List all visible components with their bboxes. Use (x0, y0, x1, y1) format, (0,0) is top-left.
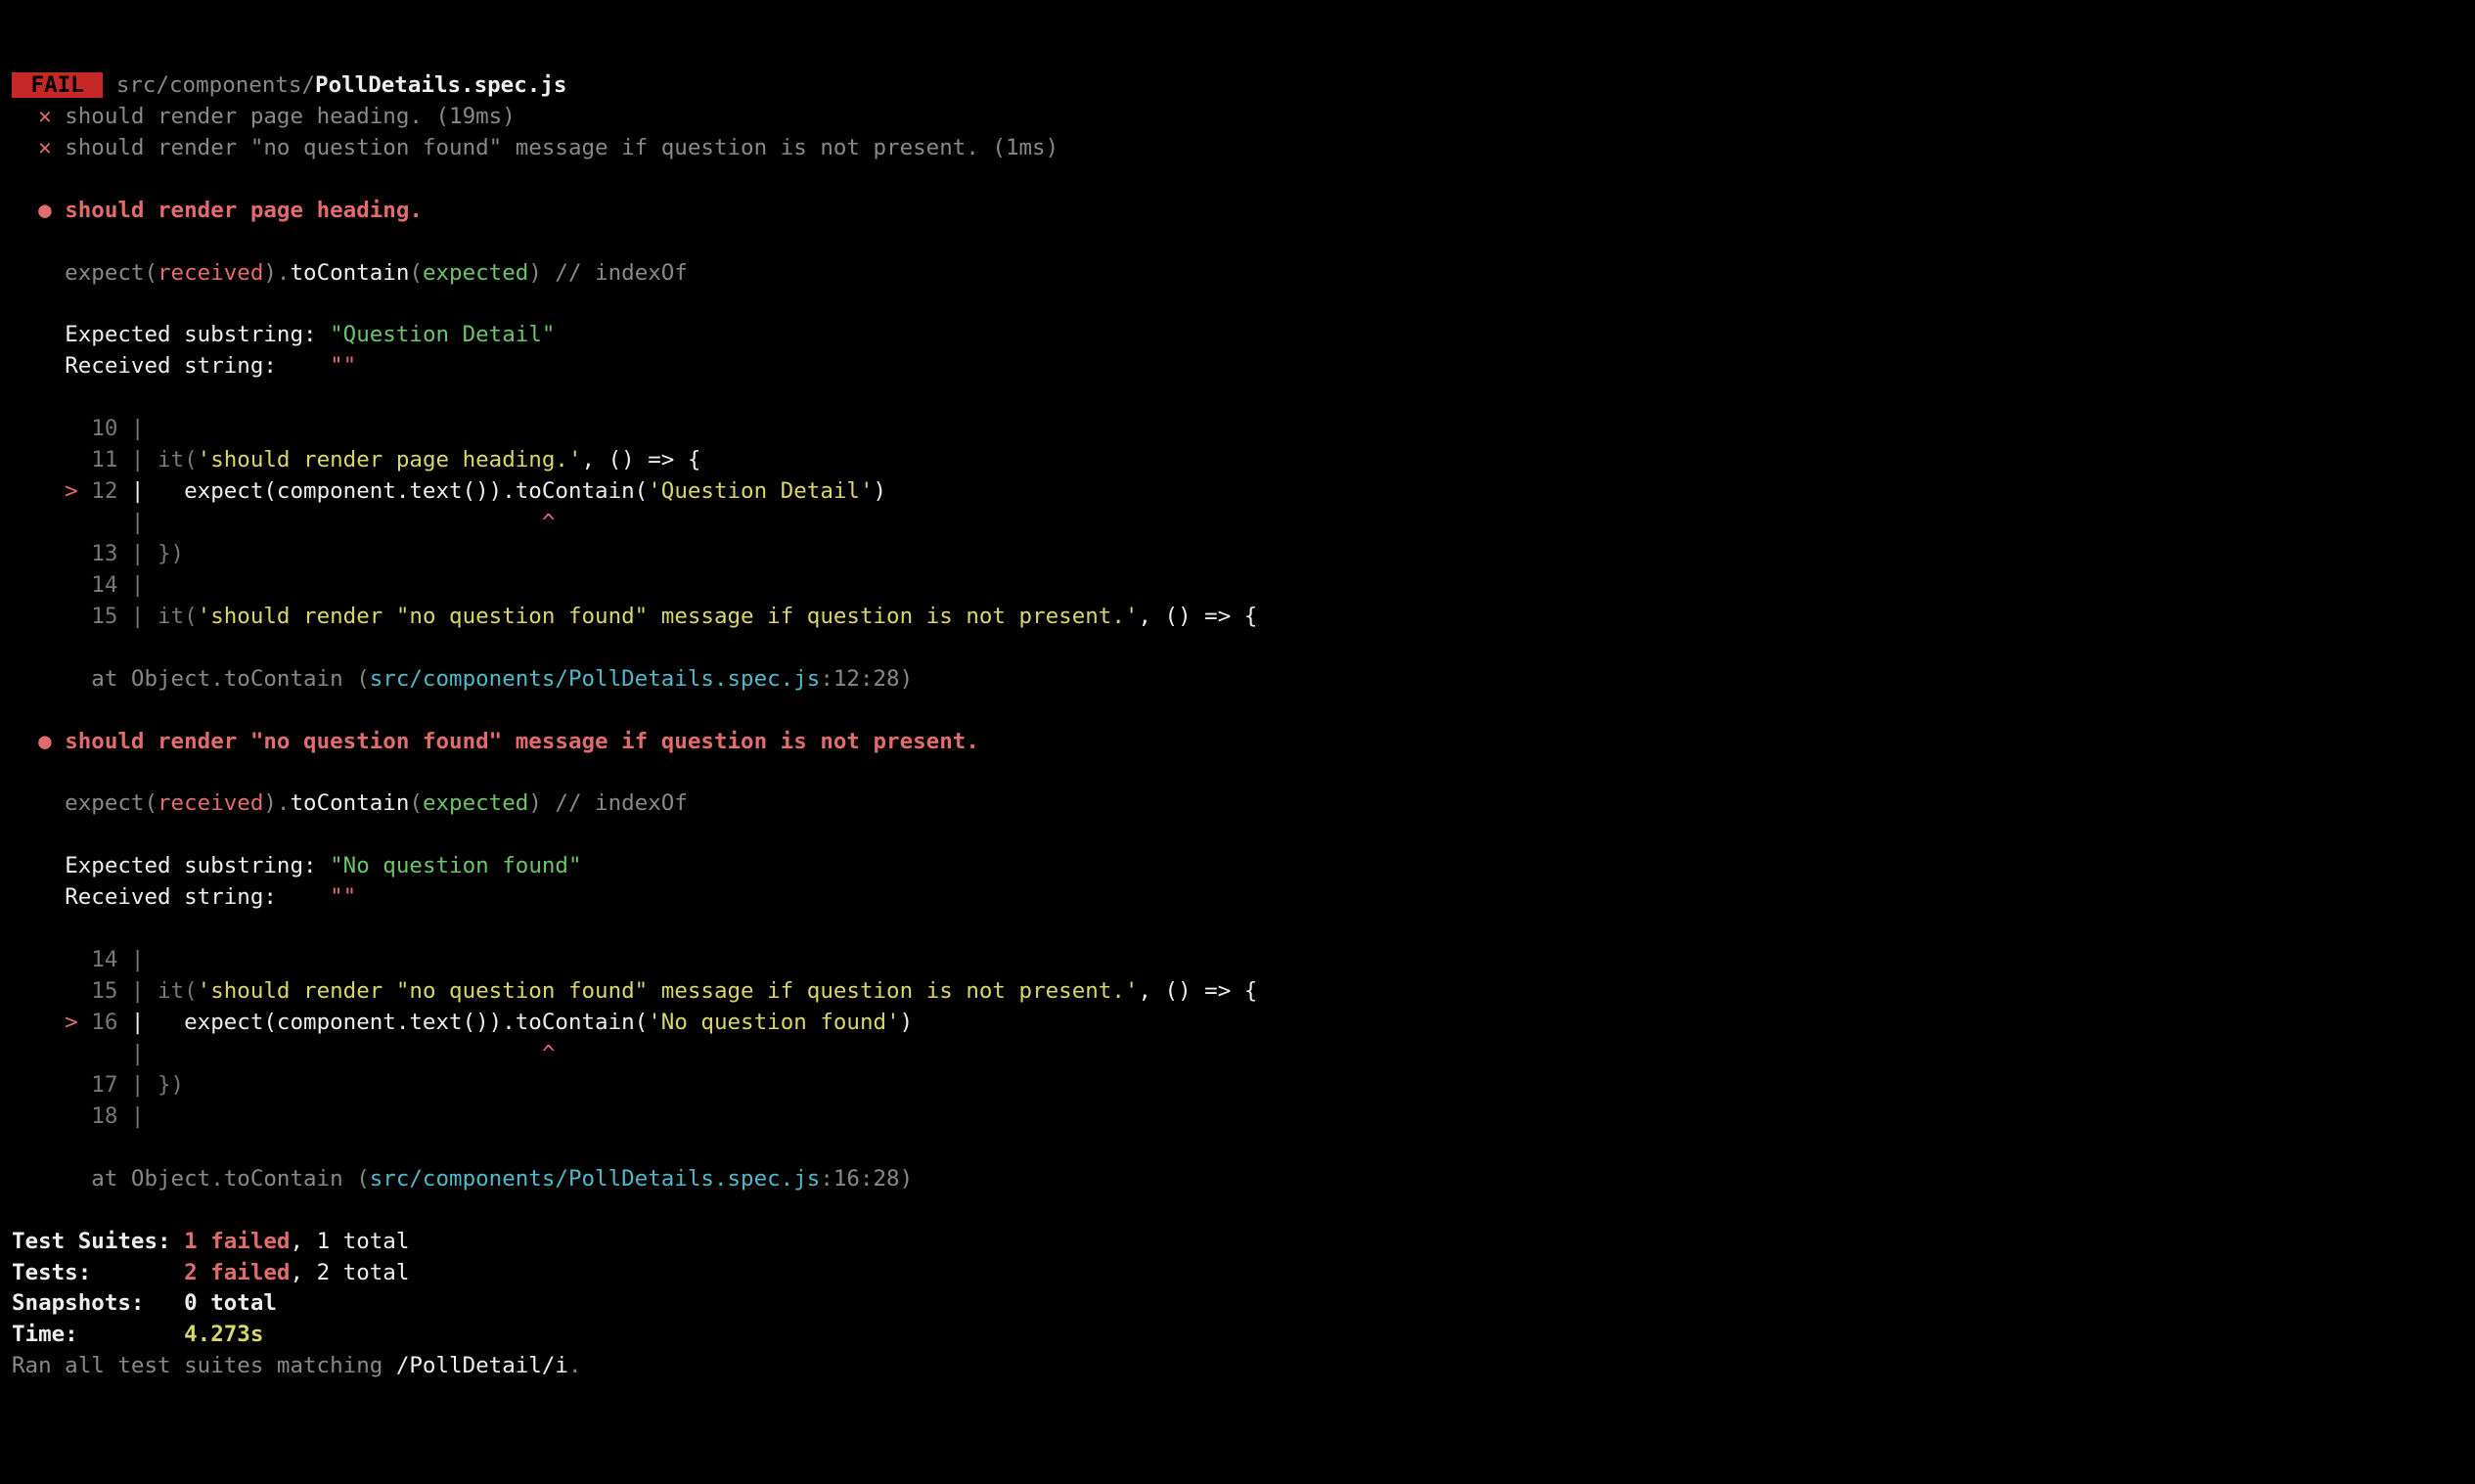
file-path-name: PollDetails.spec.js (315, 72, 566, 98)
ran-suites-prefix: Ran all test suites matching (12, 1353, 396, 1378)
code-line: 18 | (12, 1103, 144, 1129)
fail-x-icon: ✕ (38, 135, 52, 160)
summary-time-value: 4.273s (184, 1322, 263, 1347)
caret-line: | (12, 1041, 542, 1066)
stack-prefix: at Object.toContain ( (12, 1166, 370, 1192)
summary-tests-failed: 2 failed (184, 1260, 290, 1285)
bullet-icon: ● (38, 198, 52, 223)
summary-test-suites-label: Test Suites: (12, 1229, 184, 1254)
assert-line: expect( (12, 260, 158, 286)
stack-loc: :12:28) (820, 666, 913, 692)
test-line-2: should render "no question found" messag… (65, 135, 1058, 160)
failed-test-title-1: should render page heading. (65, 198, 423, 223)
test-line-1: should render page heading. (19ms) (65, 104, 516, 129)
code-rest: , () => { (1138, 604, 1257, 629)
caret-line: | (12, 510, 542, 535)
summary-tests-label: Tests: (12, 1260, 184, 1285)
assert-fn: toContain (290, 260, 409, 286)
code-line: 17 | }) (12, 1072, 184, 1098)
error-line-marker: > (12, 478, 91, 504)
ran-suites-pattern: /PollDetail/i (396, 1353, 568, 1378)
line-number: 16 (91, 1010, 117, 1035)
received-value: "" (330, 353, 356, 379)
received-token: received (158, 260, 263, 286)
failed-test-title-2: should render "no question found" messag… (65, 729, 979, 754)
code-rest: , () => { (1138, 978, 1257, 1004)
code-rest: | expect(component.text()).toContain( (117, 478, 648, 504)
expected-token: expected (423, 790, 528, 816)
received-label: Received string: (65, 353, 330, 379)
error-line-marker: > (12, 1010, 91, 1035)
string-literal: 'should render "no question found" messa… (198, 978, 1139, 1004)
string-literal: 'should render page heading.' (198, 447, 582, 472)
summary-snapshots: Snapshots: 0 total (12, 1290, 277, 1316)
code-line: 15 | it( (12, 604, 198, 629)
summary-suites-total: , 1 total (290, 1229, 409, 1254)
assert-comment: // indexOf (555, 790, 687, 816)
expected-value: "No question found" (330, 853, 581, 878)
assert-dot: ). (263, 790, 290, 816)
string-literal: 'should render "no question found" messa… (198, 604, 1139, 629)
code-line: 15 | it( (12, 978, 198, 1004)
assert-comment: // indexOf (555, 260, 687, 286)
expected-label: Expected substring: (65, 322, 330, 347)
string-literal: 'Question Detail' (648, 478, 873, 504)
stack-file: src/components/PollDetails.spec.js (370, 666, 821, 692)
assert-dot: ). (263, 260, 290, 286)
assert-fn: toContain (290, 790, 409, 816)
file-path-dir: src/components/ (103, 72, 315, 98)
terminal-output: FAIL src/components/PollDetails.spec.js … (12, 70, 2463, 1382)
code-rest: | expect(component.text()).toContain( (117, 1010, 648, 1035)
assert-open: ( (409, 790, 423, 816)
bullet-icon: ● (38, 729, 52, 754)
assert-close: ) (528, 260, 555, 286)
code-line: 14 | (12, 947, 144, 972)
summary-time-label: Time: (12, 1322, 184, 1347)
caret-icon: ^ (542, 510, 556, 535)
received-label: Received string: (65, 884, 330, 910)
string-literal: 'No question found' (648, 1010, 899, 1035)
ran-suites-suffix: . (568, 1353, 582, 1378)
code-rest: ) (900, 1010, 914, 1035)
assert-line: expect( (12, 790, 158, 816)
expected-token: expected (423, 260, 528, 286)
code-rest: , () => { (582, 447, 701, 472)
summary-tests-total: , 2 total (290, 1260, 409, 1285)
code-line: 13 | }) (12, 541, 184, 566)
received-token: received (158, 790, 263, 816)
assert-close: ) (528, 790, 555, 816)
assert-open: ( (409, 260, 423, 286)
summary-suites-failed: 1 failed (184, 1229, 290, 1254)
code-line: 14 | (12, 572, 144, 598)
fail-badge: FAIL (12, 72, 103, 98)
line-number: 12 (91, 478, 117, 504)
code-line: 11 | it( (12, 447, 198, 472)
stack-file: src/components/PollDetails.spec.js (370, 1166, 821, 1192)
stack-loc: :16:28) (820, 1166, 913, 1192)
expected-value: "Question Detail" (330, 322, 555, 347)
received-value: "" (330, 884, 356, 910)
code-rest: ) (874, 478, 887, 504)
stack-prefix: at Object.toContain ( (12, 666, 370, 692)
caret-icon: ^ (542, 1041, 556, 1066)
code-line: 10 | (12, 416, 144, 441)
fail-x-icon: ✕ (38, 104, 52, 129)
expected-label: Expected substring: (65, 853, 330, 878)
